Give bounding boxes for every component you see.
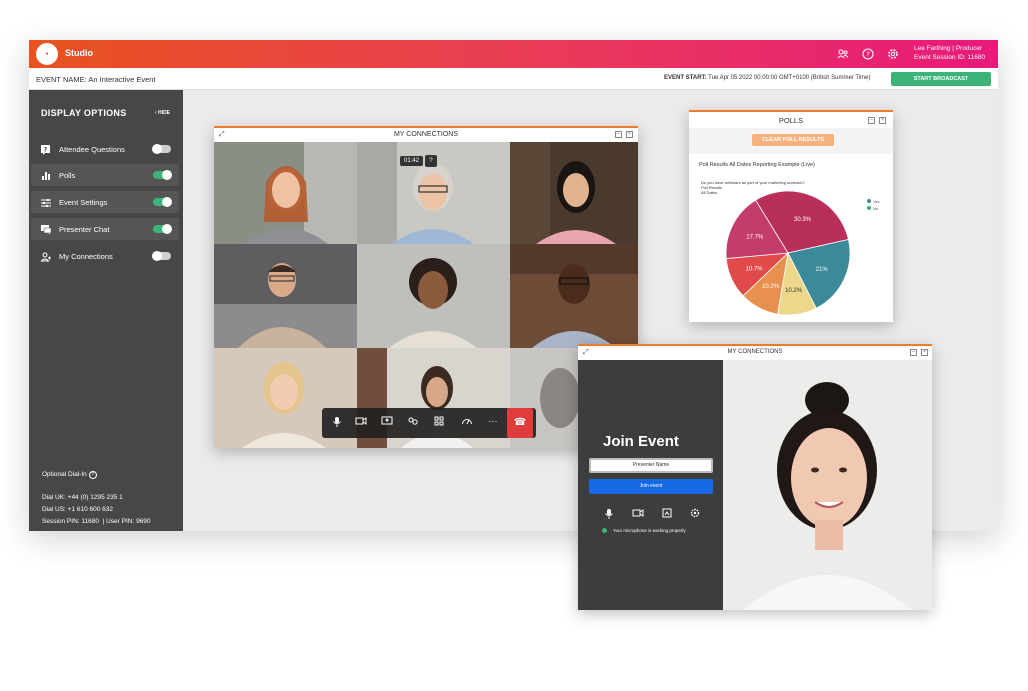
- window-header: POLLS – ×: [689, 110, 893, 128]
- mic-icon[interactable]: [330, 416, 344, 430]
- display-options-sidebar: DISPLAY OPTIONS ‹ HIDE ? Attendee Questi…: [29, 90, 183, 531]
- app-name: Studio: [65, 48, 93, 58]
- pie-label: 10.7%: [746, 266, 764, 272]
- sliders-icon: [40, 196, 52, 208]
- mic-icon[interactable]: [604, 508, 614, 522]
- video-tile[interactable]: [357, 244, 510, 348]
- help-icon[interactable]: ?: [425, 155, 437, 167]
- svg-text:?: ?: [44, 147, 48, 154]
- status-dot: [602, 528, 607, 534]
- call-timer: 01:42: [400, 156, 424, 166]
- pie-label: 10.2%: [785, 288, 803, 294]
- close-icon[interactable]: ×: [879, 117, 886, 124]
- people-icon: [40, 250, 52, 262]
- help-icon[interactable]: ?: [860, 46, 875, 61]
- polls-toggle[interactable]: [153, 170, 172, 180]
- join-event-window: ⤢ MY CONNECTIONS – × Join Event Presente…: [578, 344, 932, 610]
- legend-item: No: [867, 205, 880, 212]
- brand-logo: ●: [36, 43, 58, 65]
- screen-share-icon[interactable]: [662, 508, 672, 520]
- my-connections-toggle[interactable]: [152, 251, 171, 261]
- sidebar-item-event-settings[interactable]: Event Settings: [31, 191, 179, 213]
- event-bar: EVENT NAME: An Interactive Event EVENT S…: [29, 68, 998, 90]
- pie-label: 21%: [816, 267, 829, 273]
- bar-chart-icon: [40, 169, 52, 181]
- legend-item: Yes: [867, 198, 880, 205]
- mic-status: Your microphone is working properly: [602, 528, 686, 534]
- event-start: EVENT START: Tue Apr 05 2022 00:00:00 GM…: [664, 75, 871, 81]
- sidebar-item-attendee-questions[interactable]: ? Attendee Questions: [31, 138, 179, 160]
- screen-share-icon[interactable]: [380, 416, 394, 430]
- grid-icon[interactable]: [432, 416, 446, 430]
- call-controls: ···: [322, 408, 536, 438]
- svg-text:?: ?: [866, 50, 870, 58]
- minimize-icon[interactable]: –: [910, 349, 917, 356]
- minimize-icon[interactable]: –: [868, 117, 875, 124]
- start-broadcast-button[interactable]: START BROADCAST: [891, 72, 991, 86]
- user-info[interactable]: Lee Farthing | Producer Event Session ID…: [914, 44, 985, 62]
- dial-uk: Dial UK: +44 (0) 1295 235 1: [42, 494, 123, 501]
- hide-button[interactable]: ‹ HIDE: [155, 110, 170, 116]
- hangup-button[interactable]: ☎: [507, 408, 533, 438]
- poll-pie-chart: 30.3% 21% 10.2% 10.2% 10.7% 17.7%: [725, 190, 851, 316]
- sidebar-item-presenter-chat[interactable]: Presenter Chat: [31, 218, 179, 240]
- camera-icon[interactable]: [632, 508, 644, 520]
- pie-label: 17.7%: [746, 234, 764, 240]
- video-tile[interactable]: [510, 244, 638, 348]
- join-panel: Join Event Presenter Name Join event You…: [578, 360, 723, 610]
- sidebar-item-polls[interactable]: Polls: [31, 164, 179, 186]
- people-icon[interactable]: [835, 46, 850, 61]
- info-icon[interactable]: ?: [88, 471, 97, 479]
- minimize-icon[interactable]: –: [615, 131, 622, 138]
- video-tile[interactable]: [214, 244, 357, 348]
- polls-window: POLLS – × CLEAR POLL RESULTS Poll Result…: [689, 110, 893, 322]
- dial-us: Dial US: +1 610 600 632: [42, 506, 114, 513]
- close-icon[interactable]: ×: [626, 131, 633, 138]
- video-tile[interactable]: [214, 142, 357, 244]
- join-event-button[interactable]: Join event: [589, 479, 713, 494]
- clear-poll-results-button[interactable]: CLEAR POLL RESULTS: [752, 134, 834, 146]
- event-settings-toggle[interactable]: [153, 197, 172, 207]
- presenter-name-input[interactable]: Presenter Name: [589, 458, 713, 473]
- pie-label: 30.3%: [794, 217, 812, 223]
- join-title: Join Event: [603, 433, 679, 450]
- settings-icon[interactable]: [690, 508, 700, 520]
- sidebar-item-my-connections[interactable]: My Connections: [31, 245, 179, 267]
- layout-icon[interactable]: [406, 416, 420, 430]
- close-icon[interactable]: ×: [921, 349, 928, 356]
- sidebar-title: DISPLAY OPTIONS: [41, 108, 127, 118]
- attendee-questions-toggle[interactable]: [152, 144, 171, 154]
- poll-subtitle: Poll Results All Dates Reporting Example…: [699, 162, 815, 168]
- event-name: EVENT NAME: An Interactive Event: [36, 75, 156, 84]
- settings-icon[interactable]: [885, 46, 900, 61]
- presenter-chat-toggle[interactable]: [153, 224, 172, 234]
- dial-in-title: Optional Dial-In ?: [42, 471, 97, 479]
- presenter-video: [723, 360, 932, 610]
- my-connections-window: ⤢ MY CONNECTIONS – × 01:42 ? ··· ☎: [214, 126, 638, 448]
- question-icon: ?: [40, 143, 52, 155]
- poll-legend: Yes No: [867, 198, 880, 212]
- hangup-icon: ☎: [513, 417, 527, 428]
- top-bar: ● Studio ? Lee Farthing | Producer Event…: [29, 40, 998, 68]
- pie-label: 10.2%: [762, 284, 780, 290]
- camera-icon[interactable]: [354, 416, 368, 430]
- video-tile[interactable]: [510, 142, 638, 244]
- chat-icon: [40, 223, 52, 235]
- pin-info: Session PIN: 11680 | User PIN: 9690: [42, 518, 151, 525]
- window-header: ⤢ MY CONNECTIONS – ×: [578, 344, 932, 360]
- window-header: ⤢ MY CONNECTIONS – ×: [214, 126, 638, 142]
- more-icon[interactable]: ···: [486, 416, 500, 430]
- speed-icon[interactable]: [460, 416, 474, 430]
